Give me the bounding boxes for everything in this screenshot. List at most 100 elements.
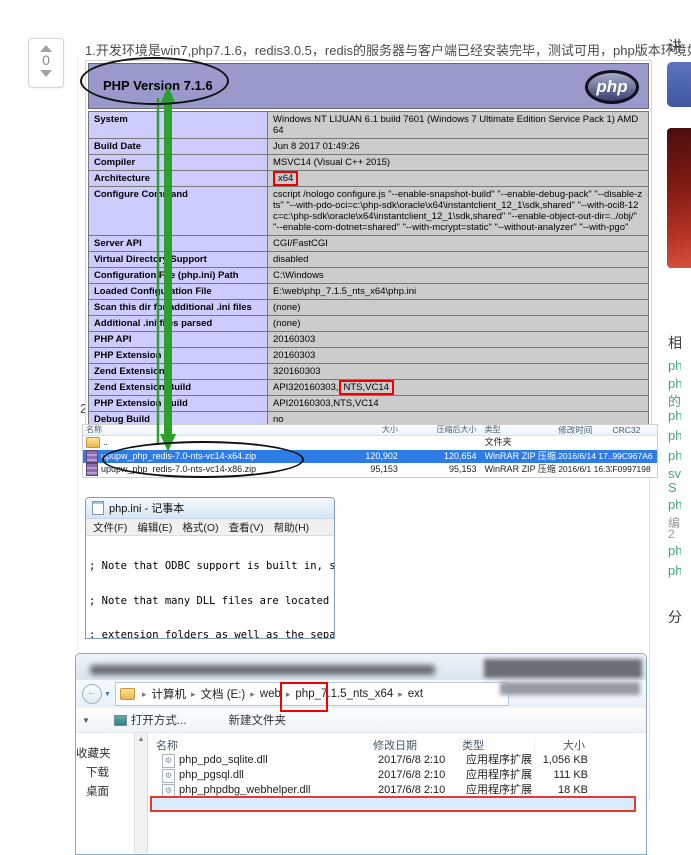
phpinfo-row-value: API320160303, NTS,VC14: [267, 379, 649, 396]
explorer-titlebar: [76, 654, 646, 680]
phpinfo-row-value: x64: [267, 170, 649, 187]
ini-comment-line: ; Note that ODBC support is built in, s: [89, 560, 334, 572]
related-article-link[interactable]: sv: [668, 466, 681, 481]
phpinfo-row-value: C:\Windows: [267, 267, 649, 284]
file-size: 111 KB: [553, 769, 588, 781]
file-crc: F0997198: [612, 464, 651, 474]
blurred-search-box-lower: [500, 682, 640, 695]
article-paragraph-1: 1.开发环境是win7,php7.1.6，redis3.0.5，redis的服务…: [85, 43, 691, 58]
upvote-button[interactable]: [40, 45, 52, 52]
ini-comment-line: ; Note that many DLL files are located: [89, 594, 334, 607]
zend-ext-build-prefix: API320160303,: [273, 382, 339, 393]
sidebar-banner-blue[interactable]: [667, 62, 691, 107]
phpinfo-row-value: Jun 8 2017 01:49:26: [267, 138, 649, 155]
blurred-search-box: [484, 659, 642, 678]
menu-file: 文件(F): [93, 521, 128, 534]
notepad-content: ; Note that ODBC support is built in, s …: [86, 536, 334, 639]
column-header-crc: CRC32: [612, 425, 641, 435]
notepad-titlebar: php.ini - 记事本: [86, 498, 334, 519]
new-folder-button: 新建文件夹: [228, 715, 287, 727]
scrollbar: ▲: [134, 733, 148, 853]
green-arrow-annotation: [156, 86, 176, 452]
column-header-type: 类型: [484, 425, 501, 434]
crumb-separator-icon: ▸: [190, 688, 196, 699]
explorer-column-headers: 名称 修改日期 类型 大小: [148, 737, 646, 753]
architecture-red-annotation: x64: [273, 171, 299, 186]
redis-dll-row-red-annotation: [150, 796, 636, 812]
column-header-name: 名称: [148, 737, 371, 753]
file-date: 2016/6/14 17...: [558, 450, 613, 461]
php-logo: php: [585, 70, 639, 104]
menu-edit: 编辑(E): [137, 521, 173, 534]
related-article-link[interactable]: ph: [668, 448, 681, 463]
nav-favorites: 收藏夹: [76, 748, 111, 760]
toolbar-dropdown-icon: ▼: [82, 715, 90, 725]
related-article-link[interactable]: ph: [668, 376, 681, 391]
sidebar-section-fragment: 分: [668, 609, 682, 625]
crumb-separator-icon: ▸: [141, 688, 147, 699]
column-header-size: 大小: [381, 425, 398, 434]
zip-file-ellipse-annotation: [102, 441, 304, 478]
address-dropdown-icon: ▼: [104, 690, 111, 698]
blurred-title-text: [90, 665, 435, 675]
breadcrumb-computer: 计算机: [151, 689, 186, 701]
file-type: WinRAR ZIP 压缩...: [484, 450, 559, 461]
phpinfo-row-value: API20160303,NTS,VC14: [267, 395, 649, 412]
explorer-toolbar: ▼ 打开方式... 新建文件夹: [76, 708, 646, 733]
folder-icon: [119, 688, 135, 700]
php-version-ellipse-annotation: [80, 57, 229, 105]
notepad-menubar: 文件(F) 编辑(E) 格式(O) 查看(V) 帮助(H): [86, 519, 334, 536]
crumb-separator-icon: ▸: [398, 688, 403, 699]
file-date: 2017/6/8 2:10: [378, 769, 446, 781]
nav-downloads: 下载: [86, 767, 109, 779]
explorer-screenshot: ← ▼ ▸ 计算机 ▸ 文档 (E:) ▸ web ▸ php_7.1.5_nt…: [75, 653, 647, 855]
nts-vc14-red-annotation: NTS,VC14: [338, 380, 394, 395]
related-article-link[interactable]: ph: [668, 563, 681, 578]
column-header-date: 修改时间: [558, 425, 593, 435]
up-folder-icon: [86, 437, 100, 449]
nav-desktop: 桌面: [86, 786, 109, 798]
related-article-link[interactable]: ph: [668, 358, 681, 373]
menu-help: 帮助(H): [273, 521, 310, 534]
phpinfo-row-value: E:\web\php_7.1.5_nts_x64\php.ini: [267, 283, 649, 300]
notepad-icon: [92, 501, 104, 515]
table-row: ⚙ php_pdo_sqlite.dll 2017/6/8 2:10 应用程序扩展…: [148, 753, 646, 768]
vote-widget: 0: [28, 38, 64, 88]
vote-count: 0: [42, 52, 50, 68]
file-type: 应用程序扩展: [466, 769, 532, 781]
explorer-nav-pane: 收藏夹 下载 桌面: [76, 733, 134, 853]
notepad-title: php.ini - 记事本: [109, 503, 185, 515]
sidebar-heading-fragment: 讲: [668, 38, 682, 54]
ext-breadcrumb-red-annotation: [280, 682, 328, 712]
related-article-link[interactable]: ph: [668, 497, 681, 512]
column-header-date: 修改日期: [371, 737, 460, 753]
file-type: WinRAR ZIP 压缩: [484, 464, 556, 474]
related-article-link[interactable]: ph: [668, 543, 681, 558]
table-row: ⚙ php_pgsql.dll 2017/6/8 2:10 应用程序扩展 111 …: [148, 768, 646, 783]
file-crc: 99C967A6: [612, 450, 653, 461]
ini-comment-line: ; extension folders as well as the sepa: [89, 629, 334, 639]
file-date: 2016/6/1 16:33: [558, 464, 613, 474]
phpinfo-row-value: CGI/FastCGI: [267, 235, 649, 252]
phpinfo-row-value: (none): [267, 299, 649, 316]
notepad-screenshot: php.ini - 记事本 文件(F) 编辑(E) 格式(O) 查看(V) 帮助…: [85, 497, 335, 639]
file-size: 95,153: [370, 464, 398, 474]
open-with-icon: [113, 714, 127, 726]
open-with-button: 打开方式...: [130, 715, 187, 727]
phpinfo-row-value: MSVC14 (Visual C++ 2015): [267, 154, 649, 171]
downvote-button[interactable]: [40, 70, 52, 77]
file-size: 1,056 KB: [542, 754, 588, 766]
breadcrumb-ext: ext: [407, 688, 424, 700]
related-article-link[interactable]: ph: [668, 408, 681, 423]
blog-page: { "vote": {"count": "0"}, "article": { "…: [0, 0, 691, 855]
explorer-file-list: 名称 修改日期 类型 大小 ⚙ php_pdo_sqlite.dll 2017/6…: [148, 733, 646, 853]
winrar-zip-icon: [86, 449, 98, 463]
related-article-link[interactable]: S: [668, 480, 681, 495]
related-article-link[interactable]: ph: [668, 428, 681, 443]
sidebar-banner-red[interactable]: [667, 128, 691, 268]
file-type: 应用程序扩展: [466, 754, 532, 766]
crumb-separator-icon: ▸: [250, 688, 255, 699]
column-header-name: 名称: [86, 425, 102, 434]
phpinfo-row-value: 20160303: [267, 331, 649, 348]
file-size: 120,902: [365, 450, 398, 461]
